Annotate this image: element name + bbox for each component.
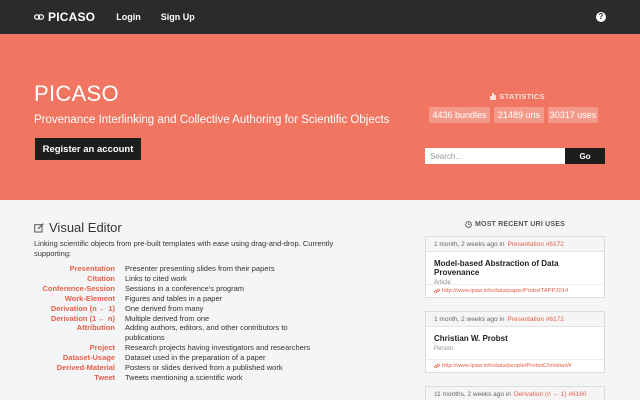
card-time: 1 month, 2 weeks ago in <box>434 315 505 323</box>
hero-subtitle: Provenance Interlinking and Collective A… <box>34 114 390 126</box>
template-link[interactable]: Conference-Session <box>34 284 115 294</box>
clock-icon <box>465 221 472 228</box>
template-description: Dataset used in the preparation of a pap… <box>125 353 266 363</box>
edit-icon <box>34 222 44 233</box>
card-time: 11 months, 2 weeks ago in <box>434 390 511 398</box>
template-description: Tweets mentioning a scientific work <box>125 372 243 382</box>
template-link[interactable]: Derivation (1 ← n) <box>34 314 115 324</box>
card-body: Model-based Abstraction of Data Provenan… <box>426 252 604 286</box>
template-link[interactable]: Work-Element <box>34 294 115 304</box>
card-url: http://www.ipaw.info/data/people/ProbstC… <box>442 363 572 369</box>
card-title: Model-based Abstraction of Data Provenan… <box>434 259 559 277</box>
list-item: Tweet Tweets mentioning a scientific work <box>34 373 324 383</box>
list-item: Conference-Session Sessions in a conferen… <box>34 284 324 294</box>
statistics-heading: STATISTICS <box>490 92 545 101</box>
template-description: Adding authors, editors, and other contr… <box>125 323 288 333</box>
template-link[interactable]: Project <box>34 343 115 353</box>
card-header: 1 month, 2 weeks ago in Presentation #61… <box>426 237 604 252</box>
card-header: 1 month, 2 weeks ago in Presentation #61… <box>426 312 604 327</box>
template-description: Figures and tables in a paper <box>125 293 223 303</box>
card-type: Person <box>434 346 454 352</box>
uris-stat: 21489 uris <box>494 107 544 123</box>
template-link[interactable]: Tweet <box>34 373 115 383</box>
template-link[interactable]: Dataset-Usage <box>34 353 115 363</box>
card-header: 11 months, 2 weeks ago in Derivation (n … <box>426 387 604 400</box>
card-title: Christian W. Probst <box>434 334 508 343</box>
list-item: Citation Links to cited work <box>34 274 324 284</box>
template-description: Research projects having investigators a… <box>125 343 311 353</box>
link-icon <box>434 363 440 369</box>
list-item: Project Research projects having investig… <box>34 343 324 353</box>
uri-use-card: 1 month, 2 weeks ago in Presentation #61… <box>425 236 605 298</box>
template-link[interactable]: Attribution <box>34 323 115 333</box>
template-description: publications <box>125 333 165 343</box>
bundles-stat: 4436 bundles <box>429 107 490 123</box>
template-description: Presenter presenting slides from their p… <box>125 264 275 273</box>
bar-chart-icon <box>490 93 496 100</box>
template-description: One derived from many <box>125 303 204 313</box>
card-time: 1 month, 2 weeks ago in <box>434 240 505 248</box>
list-item: Attribution Adding authors, editors, and … <box>34 323 324 333</box>
login-link[interactable]: Login <box>116 12 141 22</box>
list-item: publications <box>34 333 324 343</box>
visual-editor-description: Linking scientific objects from pre-buil… <box>34 239 334 258</box>
link-icon <box>34 14 44 20</box>
list-item: Presentation Presenter presenting slides … <box>34 264 324 274</box>
register-button[interactable]: Register an account <box>35 138 141 160</box>
recent-uri-title: MOST RECENT URI USES <box>475 221 565 228</box>
template-link <box>34 333 115 343</box>
template-link[interactable]: Derived-Material <box>34 363 115 373</box>
card-url-link[interactable]: http://www.ipaw.info/data/paper/ProbstTA… <box>426 284 604 297</box>
card-body: Christian W. Probst Person <box>426 327 604 359</box>
statistics-label: STATISTICS <box>499 92 545 101</box>
list-item: Derivation (n ← 1) One derived from many <box>34 304 324 314</box>
template-link[interactable]: Citation <box>34 274 115 284</box>
list-item: Derivation (1 ← n) Multiple derived from … <box>34 314 324 324</box>
supported-templates-list: Presentation Presenter presenting slides … <box>34 264 324 383</box>
card-url-link[interactable]: http://www.ipaw.info/data/people/ProbstC… <box>426 359 604 372</box>
brand-logo[interactable]: PICASO <box>34 10 95 24</box>
list-item: Dataset-Usage Dataset used in the prepara… <box>34 353 324 363</box>
visual-editor-heading: Visual Editor <box>34 220 122 235</box>
top-navbar: PICASO Login Sign Up ? <box>0 0 640 34</box>
brand-name: PICASO <box>48 10 96 24</box>
uri-use-card: 1 month, 2 weeks ago in Presentation #61… <box>425 311 605 373</box>
hero-title: PICASO <box>34 81 119 106</box>
card-url: http://www.ipaw.info/data/paper/ProbstTA… <box>442 288 569 294</box>
visual-editor-title: Visual Editor <box>49 220 122 235</box>
recent-uri-heading: MOST RECENT URI USES <box>425 221 605 228</box>
card-bundle-link[interactable]: Derivation (n ← 1) #6160 <box>514 391 587 398</box>
card-bundle-link[interactable]: Presentation #6172 <box>507 241 563 248</box>
go-button[interactable]: Go <box>565 148 605 164</box>
uri-use-card: 11 months, 2 weeks ago in Derivation (n … <box>425 386 605 400</box>
uses-stat: 30317 uses <box>548 107 598 123</box>
link-icon <box>434 288 440 294</box>
search-input[interactable] <box>425 148 565 164</box>
template-description: Posters or slides derived from a publish… <box>125 363 283 373</box>
list-item: Derived-Material Posters or slides derive… <box>34 363 324 373</box>
template-description: Multiple derived from one <box>125 313 210 323</box>
question-circle-icon[interactable]: ? <box>596 12 606 22</box>
template-description: Sessions in a conference's program <box>125 283 244 293</box>
signup-link[interactable]: Sign Up <box>161 12 195 22</box>
template-link[interactable]: Presentation <box>34 264 115 274</box>
card-bundle-link[interactable]: Presentation #6172 <box>507 316 563 323</box>
template-description: Links to cited work <box>125 273 187 283</box>
template-link[interactable]: Derivation (n ← 1) <box>34 304 115 314</box>
list-item: Work-Element Figures and tables in a pape… <box>34 294 324 304</box>
hero-banner: PICASO Provenance Interlinking and Colle… <box>0 34 640 200</box>
